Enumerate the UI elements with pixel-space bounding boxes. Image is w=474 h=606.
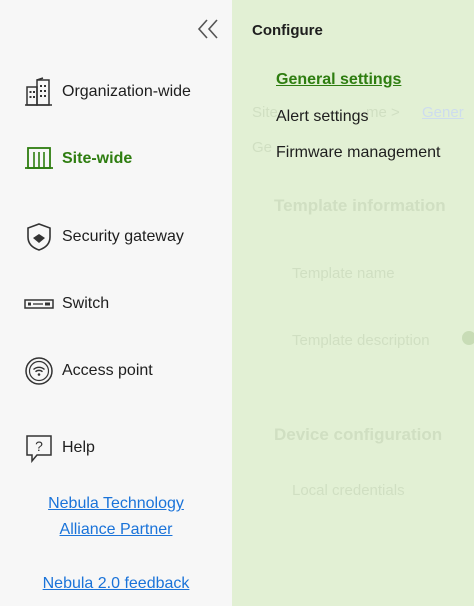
feedback-link[interactable]: Nebula 2.0 feedback (0, 571, 232, 597)
sidebar-item-label: Security gateway (62, 228, 184, 245)
background-page-title: Ge (252, 139, 273, 156)
svg-text:?: ? (35, 438, 43, 454)
background-breadcrumb: Site (252, 104, 278, 121)
sidebar-item-security-gateway[interactable]: Security gateway (24, 220, 224, 254)
buildings-icon (24, 77, 54, 107)
sidebar: Organization-wide Site-wide Security gat… (0, 0, 232, 606)
sidebar-item-site-wide[interactable]: Site-wide (24, 142, 224, 176)
sidebar-item-label: Access point (62, 362, 153, 379)
partner-link-line2: Alliance Partner (59, 521, 173, 538)
background-breadcrumb-suffix: me > (366, 104, 400, 121)
partner-link-line1: Nebula Technology (48, 495, 184, 512)
site-gate-icon (24, 144, 54, 174)
sidebar-item-switch[interactable]: Switch (24, 287, 224, 321)
background-local-credentials: Local credentials (292, 482, 405, 499)
sidebar-item-help[interactable]: ? Help (24, 431, 224, 465)
submenu-item-general-settings[interactable]: General settings (276, 71, 401, 89)
background-template-description: Template description (292, 332, 430, 349)
help-bubble-icon: ? (24, 433, 54, 463)
sidebar-item-label: Switch (62, 295, 110, 312)
background-section-device: Device configuration (274, 425, 443, 444)
double-chevron-left-icon (197, 19, 218, 39)
configure-submenu-panel: Site me > Gener Ge Template information … (232, 0, 474, 606)
wifi-access-point-icon (24, 356, 54, 386)
partner-link[interactable]: Nebula Technology Alliance Partner (0, 491, 232, 543)
submenu-item-alert-settings[interactable]: Alert settings (276, 108, 368, 126)
sidebar-item-label: Organization-wide (62, 83, 191, 100)
background-breadcrumb-link: Gener (422, 104, 464, 121)
switch-device-icon (24, 289, 54, 319)
submenu-item-firmware-management[interactable]: Firmware management (276, 144, 441, 162)
collapse-sidebar-button[interactable] (196, 18, 220, 40)
background-template-name: Template name (292, 265, 395, 282)
background-info-icon (462, 331, 474, 345)
sidebar-item-label: Help (62, 439, 95, 456)
sidebar-item-access-point[interactable]: Access point (24, 354, 224, 388)
sidebar-item-organization-wide[interactable]: Organization-wide (24, 75, 224, 109)
shield-icon (24, 222, 54, 252)
panel-title: Configure (252, 22, 323, 39)
background-section-template: Template information (274, 196, 446, 215)
sidebar-item-label: Site-wide (62, 150, 133, 167)
